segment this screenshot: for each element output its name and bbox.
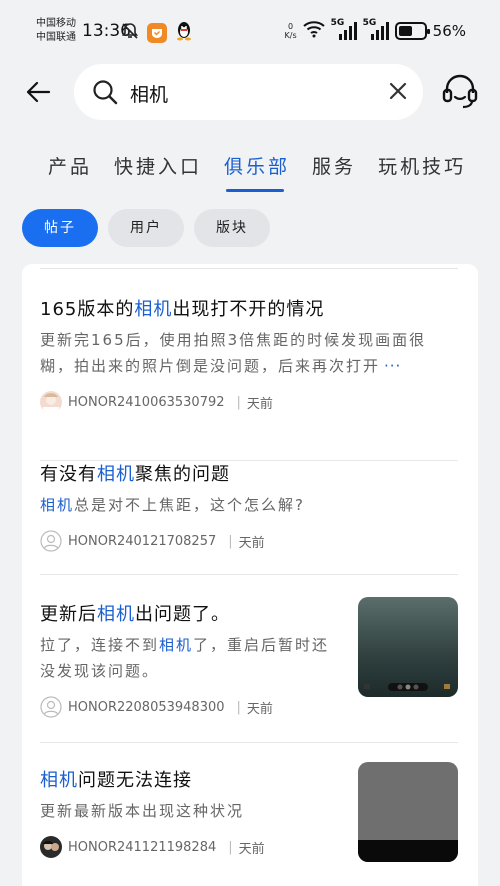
excerpt-highlight: 相机 [40, 496, 75, 514]
title-text: 更新后 [40, 604, 97, 625]
post-excerpt: 拉了，连接不到相机了，重启后暂时还没发现该问题。 [40, 632, 340, 684]
post-time: 天前 [238, 535, 265, 551]
list-item[interactable]: 有没有相机聚焦的问题 相机总是对不上焦距，这个怎么解? HONOR2401217… [40, 460, 458, 575]
network-type-2: 5G [362, 18, 377, 28]
title-text: 问题无法连接 [78, 770, 192, 791]
list-item[interactable]: 更新后相机出问题了。 拉了，连接不到相机了，重启后暂时还没发现该问题。 HONO… [40, 597, 458, 743]
post-title: 相机问题无法连接 [40, 766, 340, 792]
excerpt-text: 总是对不上焦距，这个怎么解? [74, 496, 305, 514]
post-excerpt: 更新最新版本出现这种状况 [40, 798, 340, 824]
divider [40, 742, 458, 743]
speed-unit: K/s [284, 31, 297, 40]
meta-separator: | [236, 699, 241, 715]
title-text: 有没有 [40, 464, 97, 485]
network-type-1: 5G [330, 18, 345, 28]
post-meta: HONOR241121198284 | 天前 [40, 836, 340, 858]
qq-penguin-icon [175, 21, 193, 45]
meta-separator: | [236, 394, 241, 410]
excerpt-text: 拉了，连接不到 [40, 636, 160, 654]
divider [40, 268, 458, 269]
search-icon [92, 79, 118, 109]
carrier-1: 中国移动 [36, 18, 76, 29]
post-excerpt: 相机总是对不上焦距，这个怎么解? [40, 492, 458, 518]
tab-services[interactable]: 服务 [312, 152, 356, 179]
battery-percent: 56% [432, 22, 466, 40]
status-bar: 中国移动 中国联通 13:36 0 K/s 5G 5G 56% [0, 0, 500, 60]
post-thumbnail[interactable] [358, 762, 458, 862]
notification-icons [121, 21, 193, 45]
author-name: HONOR2208053948300 [68, 699, 225, 715]
divider [40, 574, 458, 575]
signal-icon-2: 5G [362, 18, 389, 41]
post-title: 165版本的相机出现打不开的情况 [40, 295, 458, 321]
post-title: 有没有相机聚焦的问题 [40, 460, 458, 486]
post-time: 天前 [246, 396, 273, 412]
post-time: 天前 [246, 701, 273, 717]
chip-boards[interactable]: 版块 [194, 209, 270, 247]
wifi-icon [302, 20, 325, 42]
title-text: 出问题了。 [135, 604, 230, 625]
carrier-info: 中国移动 中国联通 [36, 17, 76, 45]
mute-bell-icon [121, 22, 139, 44]
avatar [40, 696, 62, 718]
back-button[interactable] [20, 74, 56, 110]
battery-icon [394, 22, 430, 40]
customer-service-button[interactable] [440, 72, 480, 112]
post-meta: HONOR240121708257 | 天前 [40, 530, 458, 552]
excerpt-text: 更新最新版本出现这种状况 [40, 802, 245, 820]
title-text: 出现打不开的情况 [172, 299, 325, 320]
title-highlight: 相机 [134, 299, 173, 320]
category-tabs: 产品 快捷入口 俱乐部 服务 玩机技巧 [48, 152, 488, 192]
title-highlight: 相机 [97, 464, 135, 485]
post-title: 更新后相机出问题了。 [40, 600, 340, 626]
title-highlight: 相机 [97, 604, 135, 625]
title-text: 165版本的 [40, 299, 135, 320]
speed-value: 0 [288, 22, 294, 31]
post-meta: HONOR2410063530792 | 天前 [40, 391, 458, 413]
meta-separator: | [228, 839, 233, 855]
filter-chips: 帖子 用户 版块 [22, 209, 270, 247]
chip-posts[interactable]: 帖子 [22, 209, 98, 247]
meta-separator: | [228, 533, 233, 549]
tab-shortcuts[interactable]: 快捷入口 [114, 152, 202, 179]
search-input[interactable]: 相机 [74, 64, 423, 120]
author-name: HONOR241121198284 [68, 839, 217, 855]
post-time: 天前 [238, 841, 265, 857]
post-meta: HONOR2208053948300 | 天前 [40, 696, 340, 718]
app-notification-icon [147, 23, 167, 43]
network-speed: 0 K/s [285, 22, 297, 40]
arrow-left-icon [26, 81, 51, 103]
author-name: HONOR240121708257 [68, 533, 217, 549]
post-excerpt: 更新完165后，使用拍照3倍焦距的时候发现画面很糊，拍出来的照片倒是没问题，后来… [40, 327, 458, 379]
results-list: 165版本的相机出现打不开的情况 更新完165后，使用拍照3倍焦距的时候发现画面… [22, 264, 478, 886]
list-item[interactable]: 相机问题无法连接 更新最新版本出现这种状况 HONOR241121198284 … [40, 762, 458, 862]
list-item[interactable]: 165版本的相机出现打不开的情况 更新完165后，使用拍照3倍焦距的时候发现画面… [40, 295, 458, 461]
clear-search-button[interactable] [387, 80, 409, 106]
carrier-2: 中国联通 [36, 32, 76, 43]
battery-level [398, 26, 412, 36]
author-name: HONOR2410063530792 [68, 394, 225, 410]
close-icon [389, 82, 407, 100]
tab-tips[interactable]: 玩机技巧 [378, 152, 466, 179]
chip-users[interactable]: 用户 [108, 209, 184, 247]
avatar [40, 530, 62, 552]
search-query: 相机 [130, 84, 169, 106]
headset-icon [442, 74, 478, 109]
status-right: 0 K/s 5G 5G 56% [285, 18, 466, 42]
more-icon: ··· [384, 357, 402, 375]
title-text: 聚焦的问题 [135, 464, 230, 485]
excerpt-text: 更新完165后，使用拍照3倍焦距的时候发现画面很糊，拍出来的照片倒是没问题，后来… [40, 331, 427, 375]
post-thumbnail[interactable] [358, 597, 458, 697]
signal-icon-1: 5G [330, 18, 357, 41]
avatar [40, 391, 62, 413]
excerpt-highlight: 相机 [159, 636, 194, 654]
tab-club[interactable]: 俱乐部 [224, 152, 290, 192]
tab-products[interactable]: 产品 [48, 152, 92, 179]
title-highlight: 相机 [40, 770, 78, 791]
avatar [40, 836, 62, 858]
